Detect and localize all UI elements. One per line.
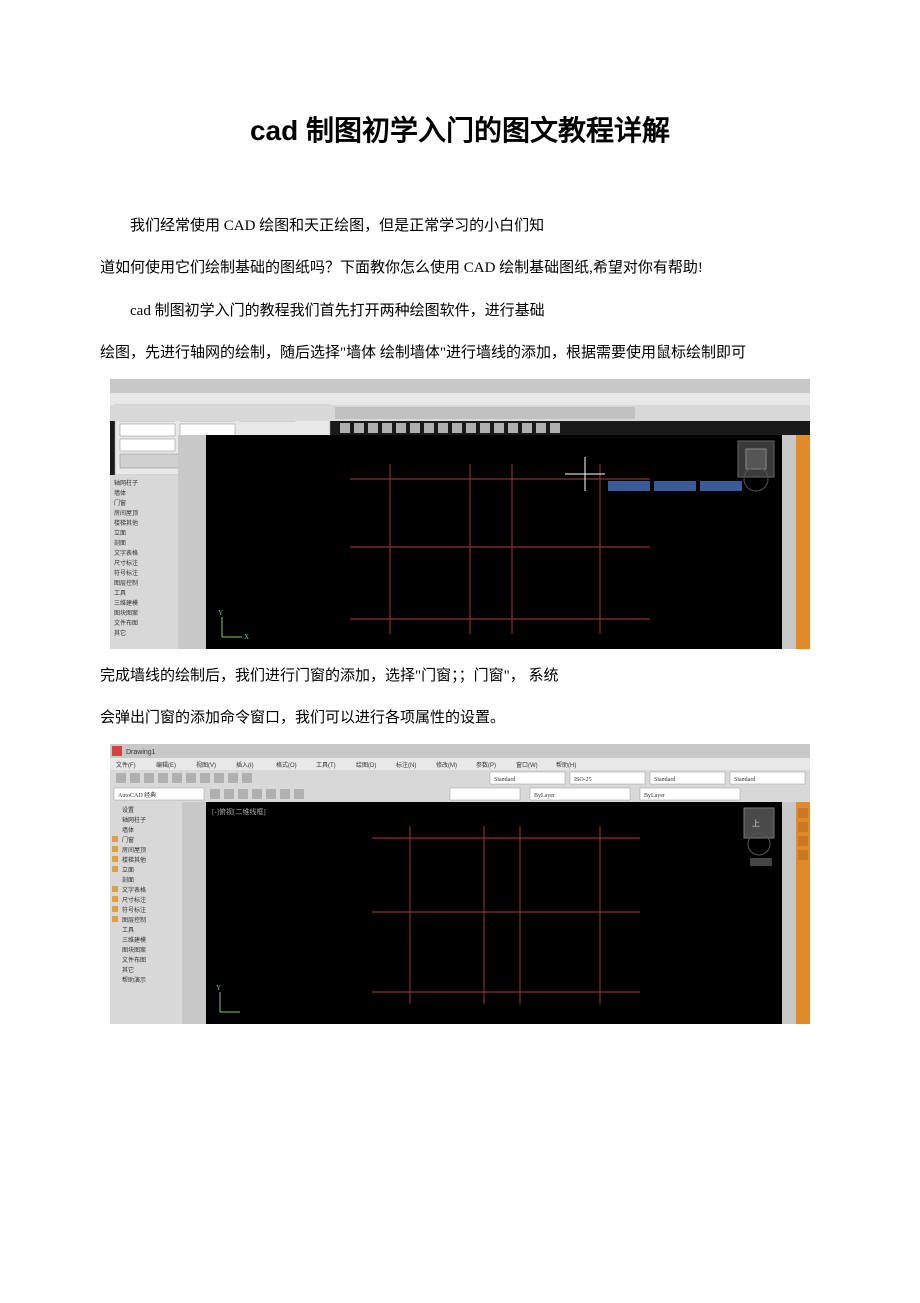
svg-text:文件布图: 文件布图 — [122, 956, 146, 964]
svg-text:帮助演示: 帮助演示 — [122, 976, 146, 984]
svg-text:插入(I): 插入(I) — [236, 761, 254, 769]
svg-text:格式(O): 格式(O) — [276, 761, 297, 769]
svg-text:设置: 设置 — [122, 806, 134, 814]
svg-text:Y: Y — [216, 984, 221, 992]
svg-text:尺寸标注: 尺寸标注 — [114, 559, 138, 567]
svg-text:绘图(D): 绘图(D) — [356, 761, 376, 769]
svg-text:Standard: Standard — [734, 777, 755, 783]
paragraph-4: 绘图，先进行轴网的绘制，随后选择"墙体 绘制墙体"进行墙线的添加，根据需要使用鼠… — [100, 336, 820, 371]
svg-text:门窗: 门窗 — [114, 499, 126, 507]
paragraph-1: 我们经常使用 CAD 绘图和天正绘图，但是正常学习的小白们知 — [100, 209, 820, 244]
svg-text:符号标注: 符号标注 — [114, 569, 138, 577]
document-title: cad 制图初学入门的图文教程详解 — [100, 109, 820, 149]
svg-text:工具: 工具 — [114, 590, 126, 597]
svg-text:[-]俯视[二维线框]: [-]俯视[二维线框] — [212, 807, 266, 816]
document-page: cad 制图初学入门的图文教程详解 我们经常使用 CAD 绘图和天正绘图，但是正… — [0, 0, 920, 1074]
svg-text:三维建模: 三维建模 — [122, 936, 146, 944]
svg-text:标注(N): 标注(N) — [396, 761, 416, 769]
svg-text:AutoCAD 经典: AutoCAD 经典 — [118, 791, 156, 799]
svg-text:Drawing1: Drawing1 — [126, 749, 156, 756]
svg-text:ByLayer: ByLayer — [644, 793, 665, 799]
svg-text:工具(T): 工具(T) — [316, 762, 336, 769]
svg-text:门窗: 门窗 — [122, 836, 134, 844]
svg-text:立面: 立面 — [114, 529, 126, 537]
svg-text:图块图案: 图块图案 — [114, 609, 138, 617]
svg-text:轴网柱子: 轴网柱子 — [114, 479, 138, 487]
svg-text:图层控制: 图层控制 — [122, 916, 146, 924]
svg-text:剖面: 剖面 — [114, 539, 126, 547]
svg-text:三维建模: 三维建模 — [114, 599, 138, 607]
svg-text:Standard: Standard — [494, 777, 515, 783]
svg-text:楼梯其他: 楼梯其他 — [122, 856, 146, 864]
svg-text:房间屋顶: 房间屋顶 — [122, 846, 146, 854]
svg-text:ByLayer: ByLayer — [534, 793, 555, 799]
svg-text:ISO-25: ISO-25 — [574, 777, 592, 783]
svg-text:墙体: 墙体 — [114, 489, 126, 497]
svg-text:参数(P): 参数(P) — [476, 761, 496, 769]
svg-text:剖面: 剖面 — [122, 876, 134, 884]
svg-text:其它: 其它 — [114, 629, 126, 637]
svg-text:编辑(E): 编辑(E) — [156, 761, 176, 769]
svg-text:Standard: Standard — [654, 777, 675, 783]
paragraph-6: 会弹出门窗的添加命令窗口，我们可以进行各项属性的设置。 — [100, 701, 820, 736]
cad-screenshot-2: Drawing1 文件(F) 编辑(E) 视图(V) 插入(I) 格式(O) 工具(T)… — [110, 744, 810, 1024]
svg-text:帮助(H): 帮助(H) — [556, 761, 576, 769]
svg-text:墙体: 墙体 — [122, 826, 134, 834]
paragraph-2: 道如何使用它们绘制基础的图纸吗？下面教你怎么使用 CAD 绘制基础图纸,希望对你… — [100, 251, 820, 286]
svg-text:尺寸标注: 尺寸标注 — [122, 896, 146, 904]
cad-screenshot-1: 轴网柱子 墙体 门窗 房间屋顶 楼梯其他 立面 剖面 文字表格 尺寸标注 符号标… — [110, 379, 810, 649]
svg-text:窗口(W): 窗口(W) — [516, 761, 538, 769]
svg-text:图块图案: 图块图案 — [122, 946, 146, 954]
svg-text:立面: 立面 — [122, 866, 134, 874]
paragraph-3: cad 制图初学入门的教程我们首先打开两种绘图软件，进行基础 — [100, 294, 820, 329]
svg-text:视图(V): 视图(V) — [196, 761, 216, 769]
svg-text:房间屋顶: 房间屋顶 — [114, 509, 138, 517]
svg-text:符号标注: 符号标注 — [122, 906, 146, 914]
svg-text:图层控制: 图层控制 — [114, 579, 138, 587]
svg-text:文字表格: 文字表格 — [122, 886, 146, 894]
svg-text:Y: Y — [218, 609, 223, 617]
svg-text:工具: 工具 — [122, 927, 134, 934]
svg-text:轴网柱子: 轴网柱子 — [122, 816, 146, 824]
svg-text:上: 上 — [752, 819, 760, 828]
svg-text:X: X — [244, 633, 249, 641]
paragraph-5: 完成墙线的绘制后，我们进行门窗的添加，选择"门窗；；门窗"， 系统 — [100, 659, 820, 694]
svg-text:文字表格: 文字表格 — [114, 549, 138, 557]
svg-text:楼梯其他: 楼梯其他 — [114, 519, 138, 527]
svg-text:文件布图: 文件布图 — [114, 619, 138, 627]
svg-text:其它: 其它 — [122, 966, 134, 974]
svg-text:修改(M): 修改(M) — [436, 761, 457, 769]
svg-text:文件(F): 文件(F) — [116, 761, 136, 769]
